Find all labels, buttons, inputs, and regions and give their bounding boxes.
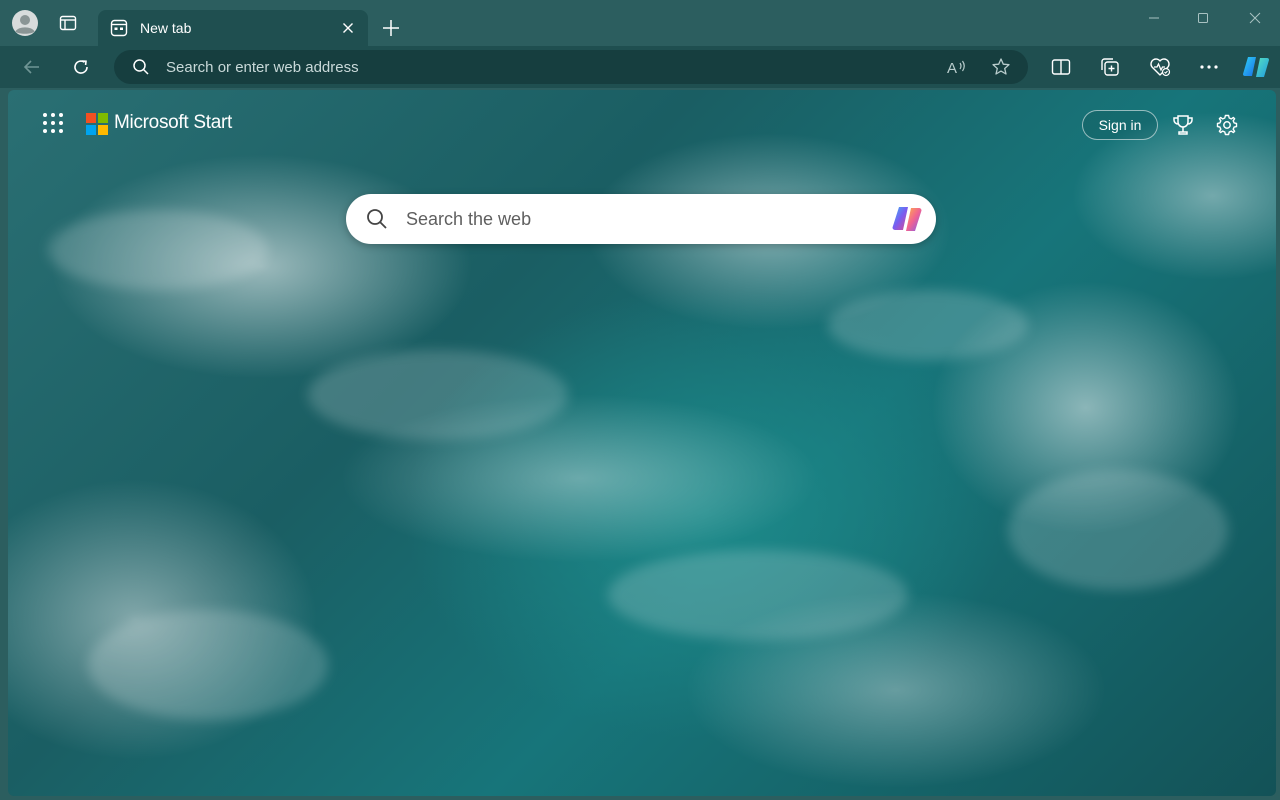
web-search-box[interactable] — [346, 194, 936, 244]
maximize-button[interactable] — [1180, 4, 1226, 32]
trophy-icon — [1173, 115, 1193, 135]
minimize-button[interactable] — [1131, 4, 1177, 32]
tab-title: New tab — [140, 20, 192, 36]
window-close-button[interactable] — [1232, 4, 1278, 32]
favorite-button[interactable] — [988, 55, 1014, 79]
background-foam — [308, 350, 568, 440]
address-bar[interactable]: A — [114, 50, 1028, 84]
tab-actions-icon — [59, 15, 77, 31]
settings-button[interactable] — [1212, 110, 1242, 140]
close-icon — [343, 23, 353, 33]
refresh-icon — [74, 60, 88, 74]
new-tab-page: Microsoft Start Sign in — [8, 90, 1276, 796]
plus-icon — [383, 20, 399, 36]
split-screen-icon — [1051, 59, 1071, 75]
back-arrow-icon — [23, 60, 39, 74]
maximize-icon — [1198, 13, 1208, 23]
background-foam — [608, 550, 908, 640]
copilot-search-button[interactable] — [891, 204, 923, 234]
split-screen-button[interactable] — [1045, 52, 1077, 82]
web-search-input[interactable] — [406, 194, 876, 244]
address-input[interactable] — [166, 50, 926, 84]
microsoft-logo-icon — [86, 113, 108, 135]
read-aloud-button[interactable]: A — [944, 55, 970, 79]
rewards-button[interactable] — [1168, 110, 1198, 140]
ellipsis-icon — [1200, 65, 1218, 69]
profile-avatar-icon — [12, 10, 38, 36]
close-icon — [1249, 12, 1261, 24]
copilot-icon — [892, 207, 922, 231]
gear-icon — [1216, 114, 1238, 136]
back-button[interactable] — [17, 52, 47, 82]
copilot-icon — [1243, 57, 1269, 77]
search-icon — [367, 209, 387, 229]
star-icon — [992, 58, 1010, 75]
search-icon — [133, 59, 149, 75]
new-tab-button[interactable] — [375, 12, 407, 44]
title-bar: New tab — [0, 0, 1280, 46]
browser-essentials-button[interactable] — [1144, 52, 1176, 82]
app-launcher-button[interactable] — [42, 112, 68, 138]
svg-text:A: A — [947, 60, 957, 76]
background-foam — [48, 210, 268, 290]
minimize-icon — [1149, 17, 1159, 19]
refresh-button[interactable] — [66, 52, 96, 82]
collections-button[interactable] — [1094, 52, 1126, 82]
background-foam — [828, 290, 1028, 360]
brand-name[interactable]: Microsoft Start — [114, 112, 232, 134]
tab-new-tab[interactable]: New tab — [98, 10, 368, 46]
read-aloud-icon: A — [947, 60, 965, 76]
profile-button[interactable] — [7, 8, 43, 38]
heart-pulse-icon — [1150, 58, 1171, 77]
tab-actions-button[interactable] — [50, 8, 86, 38]
background-foam — [88, 610, 328, 720]
collections-icon — [1101, 58, 1119, 76]
newtab-favicon-icon — [110, 19, 128, 37]
copilot-sidebar-button[interactable] — [1240, 52, 1272, 82]
background-foam — [1008, 470, 1228, 590]
navigation-toolbar: A — [0, 46, 1280, 88]
more-button[interactable] — [1193, 52, 1225, 82]
tab-close-button[interactable] — [336, 16, 360, 40]
sign-in-button[interactable]: Sign in — [1082, 110, 1158, 140]
